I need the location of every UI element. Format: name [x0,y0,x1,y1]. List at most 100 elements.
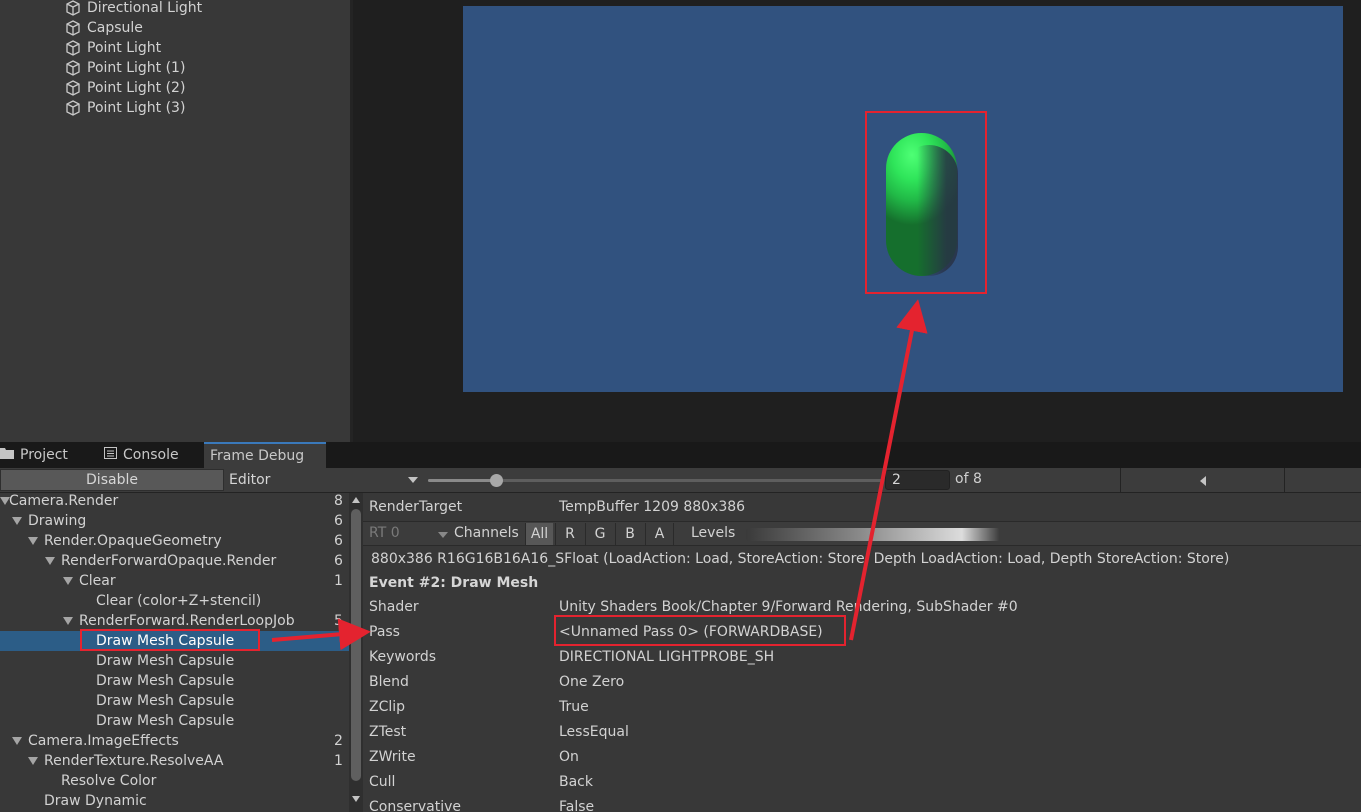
hierarchy-item-directional-light[interactable]: Directional Light [64,0,202,18]
expand-arrow-icon[interactable] [45,557,55,565]
capsule-highlight-box [865,111,987,294]
frame-debug-toolbar: Disable Editor of 8 [0,468,1361,493]
hierarchy-item-capsule[interactable]: Capsule [64,18,143,38]
hierarchy-item-label: Point Light [87,40,162,56]
hierarchy-item-label: Point Light (3) [87,100,186,116]
expand-arrow-icon[interactable] [63,617,73,625]
tree-row-count: 1 [334,573,343,589]
property-label-zwrite: ZWrite [369,749,416,765]
tree-row-label: Camera.Render [9,493,119,509]
hierarchy-item-point-light-3[interactable]: Point Light (3) [64,98,185,118]
render-target-toolbar: RT 0 Channels All R G B A Levels [363,521,1361,546]
tree-scrollbar-thumb[interactable] [351,509,361,781]
rt-dropdown[interactable]: RT 0 [369,525,400,541]
tree-row-draw-mesh[interactable]: Draw Mesh Capsule [0,651,349,671]
property-label-ztest: ZTest [369,724,407,740]
tree-scrollbar[interactable] [349,493,363,812]
property-label-cull: Cull [369,774,396,790]
chevron-down-icon [408,477,418,483]
expand-arrow-icon[interactable] [12,737,22,745]
hierarchy-item-point-light[interactable]: Point Light [64,38,161,58]
gameobject-cube-icon [64,0,82,17]
property-label-pass: Pass [369,624,400,640]
gameobject-cube-icon [64,39,82,57]
scroll-down-icon[interactable] [352,796,360,802]
tree-row-label: Resolve Color [61,773,157,789]
event-slider-handle[interactable] [489,474,503,487]
expand-arrow-icon[interactable] [63,577,73,585]
tree-row-label: Draw Mesh Capsule [96,713,235,729]
tree-row-clear[interactable]: Clear 1 [0,571,349,591]
expand-arrow-icon[interactable] [28,757,38,765]
hierarchy-item-label: Capsule [87,20,143,36]
tree-row-render-opaque-geometry[interactable]: Render.OpaqueGeometry 6 [0,531,349,551]
channel-all-button[interactable]: All [525,523,553,545]
hierarchy-item-label: Point Light (2) [87,80,186,96]
tree-row-draw-mesh[interactable]: Draw Mesh Capsule [0,691,349,711]
tree-row-render-loop-job[interactable]: RenderForward.RenderLoopJob 5 [0,611,349,631]
tree-row-count: 5 [334,613,343,629]
tab-frame-debug[interactable]: Frame Debug [204,442,326,468]
tree-row-camera-image-effects[interactable]: Camera.ImageEffects 2 [0,731,349,751]
tree-row-count: 2 [334,733,343,749]
tree-row-label: Draw Mesh Capsule [96,693,235,709]
tree-row-resolve-color[interactable]: Resolve Color [0,771,349,791]
tab-label: Project [20,447,68,463]
property-value-blend: One Zero [559,674,625,690]
channel-a-button[interactable]: A [645,523,674,545]
tab-label: Console [123,447,179,463]
channel-g-button[interactable]: G [585,523,614,545]
property-label-shader: Shader [369,599,419,615]
tree-row-camera-render[interactable]: Camera.Render 8 [0,493,349,511]
tree-row-count: 8 [334,493,343,509]
event-title: Event #2: Draw Mesh [369,575,539,591]
expand-arrow-icon[interactable] [12,517,22,525]
property-value-conservative: False [559,799,595,812]
event-index-input[interactable] [885,470,950,490]
event-details-panel: RenderTarget TempBuffer 1209 880x386 RT … [363,493,1361,812]
tree-row-resolve-aa[interactable]: RenderTexture.ResolveAA 1 [0,751,349,771]
gameobject-cube-icon [64,59,82,77]
tree-row-draw-mesh[interactable]: Draw Mesh Capsule [0,671,349,691]
target-dropdown[interactable]: Editor [226,469,422,491]
tree-row-draw-mesh[interactable]: Draw Mesh Capsule [0,711,349,731]
tree-row-label: Render.OpaqueGeometry [44,533,222,549]
selected-event-highlight-box [80,629,260,651]
gameobject-cube-icon [64,79,82,97]
tree-row-label: Draw Dynamic [44,793,147,809]
tab-console[interactable]: Console [104,442,200,468]
tab-label: Frame Debug [210,448,305,464]
tree-row-label: Drawing [28,513,87,529]
tree-row-label: Camera.ImageEffects [28,733,179,749]
event-total-label: of 8 [955,471,982,487]
levels-range-slider[interactable] [746,528,1000,541]
channels-label: Channels [454,525,519,541]
tree-row-count: 1 [334,753,343,769]
expand-arrow-icon[interactable] [28,537,38,545]
console-icon [104,447,117,463]
channel-b-button[interactable]: B [615,523,644,545]
property-value-shader: Unity Shaders Book/Chapter 9/Forward Ren… [559,599,1018,615]
previous-event-button[interactable] [1120,468,1285,493]
scroll-up-icon[interactable] [352,497,360,503]
tree-row-clear-command[interactable]: Clear (color+Z+stencil) [0,591,349,611]
gameobject-cube-icon [64,19,82,37]
gameobject-cube-icon [64,99,82,117]
tree-row-render-forward-opaque[interactable]: RenderForwardOpaque.Render 6 [0,551,349,571]
tree-row-label: RenderForwardOpaque.Render [61,553,277,569]
tree-row-count: 6 [334,513,343,529]
tree-row-drawing[interactable]: Drawing 6 [0,511,349,531]
tree-row-draw-dynamic[interactable]: Draw Dynamic [0,791,349,811]
hierarchy-item-point-light-2[interactable]: Point Light (2) [64,78,185,98]
channel-r-button[interactable]: R [555,523,584,545]
levels-label: Levels [691,525,736,541]
hierarchy-item-point-light-1[interactable]: Point Light (1) [64,58,185,78]
tree-row-label: Clear (color+Z+stencil) [96,593,262,609]
arrow-left-icon [1199,475,1206,486]
tree-row-label: RenderTexture.ResolveAA [44,753,224,769]
property-label-zclip: ZClip [369,699,406,715]
tab-project[interactable]: Project [0,442,98,468]
property-label-conservative: Conservative [369,799,462,812]
disable-button[interactable]: Disable [0,469,224,491]
tree-row-label: RenderForward.RenderLoopJob [79,613,295,629]
